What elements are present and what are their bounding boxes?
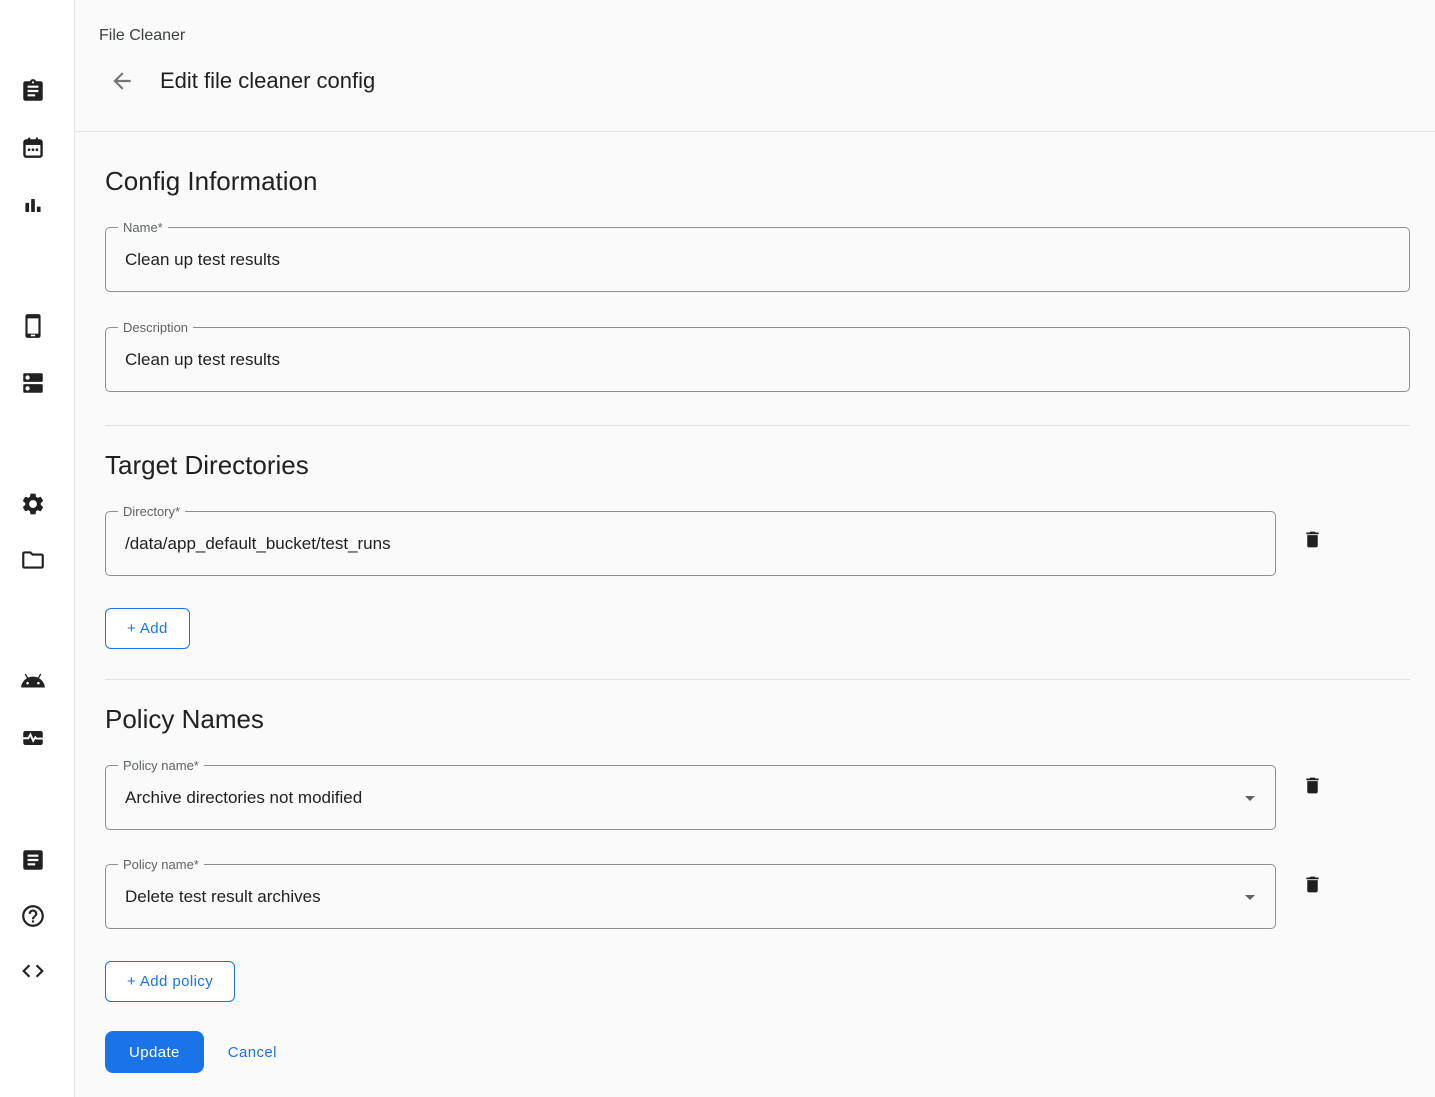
page-header: File Cleaner Edit file cleaner config <box>75 0 1435 132</box>
section-title-policy-names: Policy Names <box>105 704 1410 735</box>
section-title-target-directories: Target Directories <box>105 450 1410 481</box>
add-directory-button[interactable]: + Add <box>105 608 190 649</box>
sidebar-item-files[interactable] <box>13 540 53 580</box>
calendar-icon <box>20 135 46 161</box>
bar-chart-icon <box>20 192 46 218</box>
policy-row: Policy name* <box>105 864 1410 929</box>
directory-field-label: Directory* <box>118 503 185 520</box>
description-field-label: Description <box>118 319 193 336</box>
policy-select-2[interactable] <box>106 865 1275 928</box>
add-policy-button[interactable]: + Add policy <box>105 961 235 1002</box>
sidebar-item-storage[interactable] <box>13 363 53 403</box>
policy-field-label: Policy name* <box>118 856 204 873</box>
policy-field-label: Policy name* <box>118 757 204 774</box>
directory-field-outline: Directory* <box>105 511 1276 576</box>
clipboard-icon <box>20 78 46 104</box>
delete-policy-button-2[interactable] <box>1292 864 1332 904</box>
cancel-button[interactable]: Cancel <box>218 1044 287 1061</box>
name-input[interactable] <box>106 228 1409 291</box>
dns-icon <box>20 370 46 396</box>
sidebar-item-settings[interactable] <box>13 484 53 524</box>
arrow-back-icon <box>109 68 135 94</box>
sidebar-item-tasks[interactable] <box>13 71 53 111</box>
trash-icon <box>1302 775 1323 796</box>
delete-directory-button[interactable] <box>1292 519 1332 559</box>
sidebar-item-code[interactable] <box>13 951 53 991</box>
policy-row: Policy name* <box>105 765 1410 830</box>
directory-input[interactable] <box>106 512 1275 575</box>
sidebar-item-android[interactable] <box>13 661 53 701</box>
android-icon <box>20 668 46 694</box>
section-divider <box>105 679 1410 680</box>
description-input[interactable] <box>106 328 1409 391</box>
name-field-outline: Name* <box>105 227 1410 292</box>
article-icon <box>20 847 46 873</box>
sidebar-item-help[interactable] <box>13 896 53 936</box>
sidebar-item-monitoring[interactable] <box>13 718 53 758</box>
policy-select-1[interactable] <box>106 766 1275 829</box>
section-divider <box>105 425 1410 426</box>
trash-icon <box>1302 529 1323 550</box>
sidebar-item-devices[interactable] <box>13 306 53 346</box>
folder-icon <box>20 547 46 573</box>
main-panel: File Cleaner Edit file cleaner config Co… <box>75 0 1435 1097</box>
page-title: Edit file cleaner config <box>160 68 375 94</box>
app-title: File Cleaner <box>99 26 1411 46</box>
name-field-label: Name* <box>118 219 168 236</box>
help-icon <box>20 903 46 929</box>
gear-icon <box>20 491 46 517</box>
update-button[interactable]: Update <box>105 1031 204 1073</box>
delete-policy-button-1[interactable] <box>1292 765 1332 805</box>
monitoring-icon <box>20 725 46 751</box>
description-field-outline: Description <box>105 327 1410 392</box>
directory-row: Directory* <box>105 511 1410 576</box>
sidebar-item-calendar[interactable] <box>13 128 53 168</box>
policy-select-outline: Policy name* <box>105 765 1276 830</box>
section-title-config-information: Config Information <box>105 166 1410 197</box>
sidebar-item-stats[interactable] <box>13 185 53 225</box>
footer-actions: Update Cancel <box>105 1031 1410 1073</box>
trash-icon <box>1302 874 1323 895</box>
smartphone-icon <box>20 313 46 339</box>
back-button[interactable] <box>102 61 142 101</box>
sidebar <box>0 0 75 1097</box>
policy-select-outline: Policy name* <box>105 864 1276 929</box>
form-content: Config Information Name* Description Tar… <box>75 132 1435 1097</box>
sidebar-item-logs[interactable] <box>13 840 53 880</box>
code-icon <box>20 958 46 984</box>
